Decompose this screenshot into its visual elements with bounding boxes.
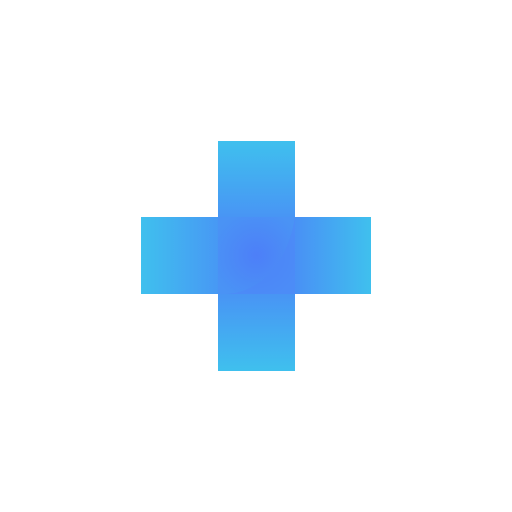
plus-icon — [141, 141, 371, 371]
icon-canvas — [0, 0, 512, 512]
